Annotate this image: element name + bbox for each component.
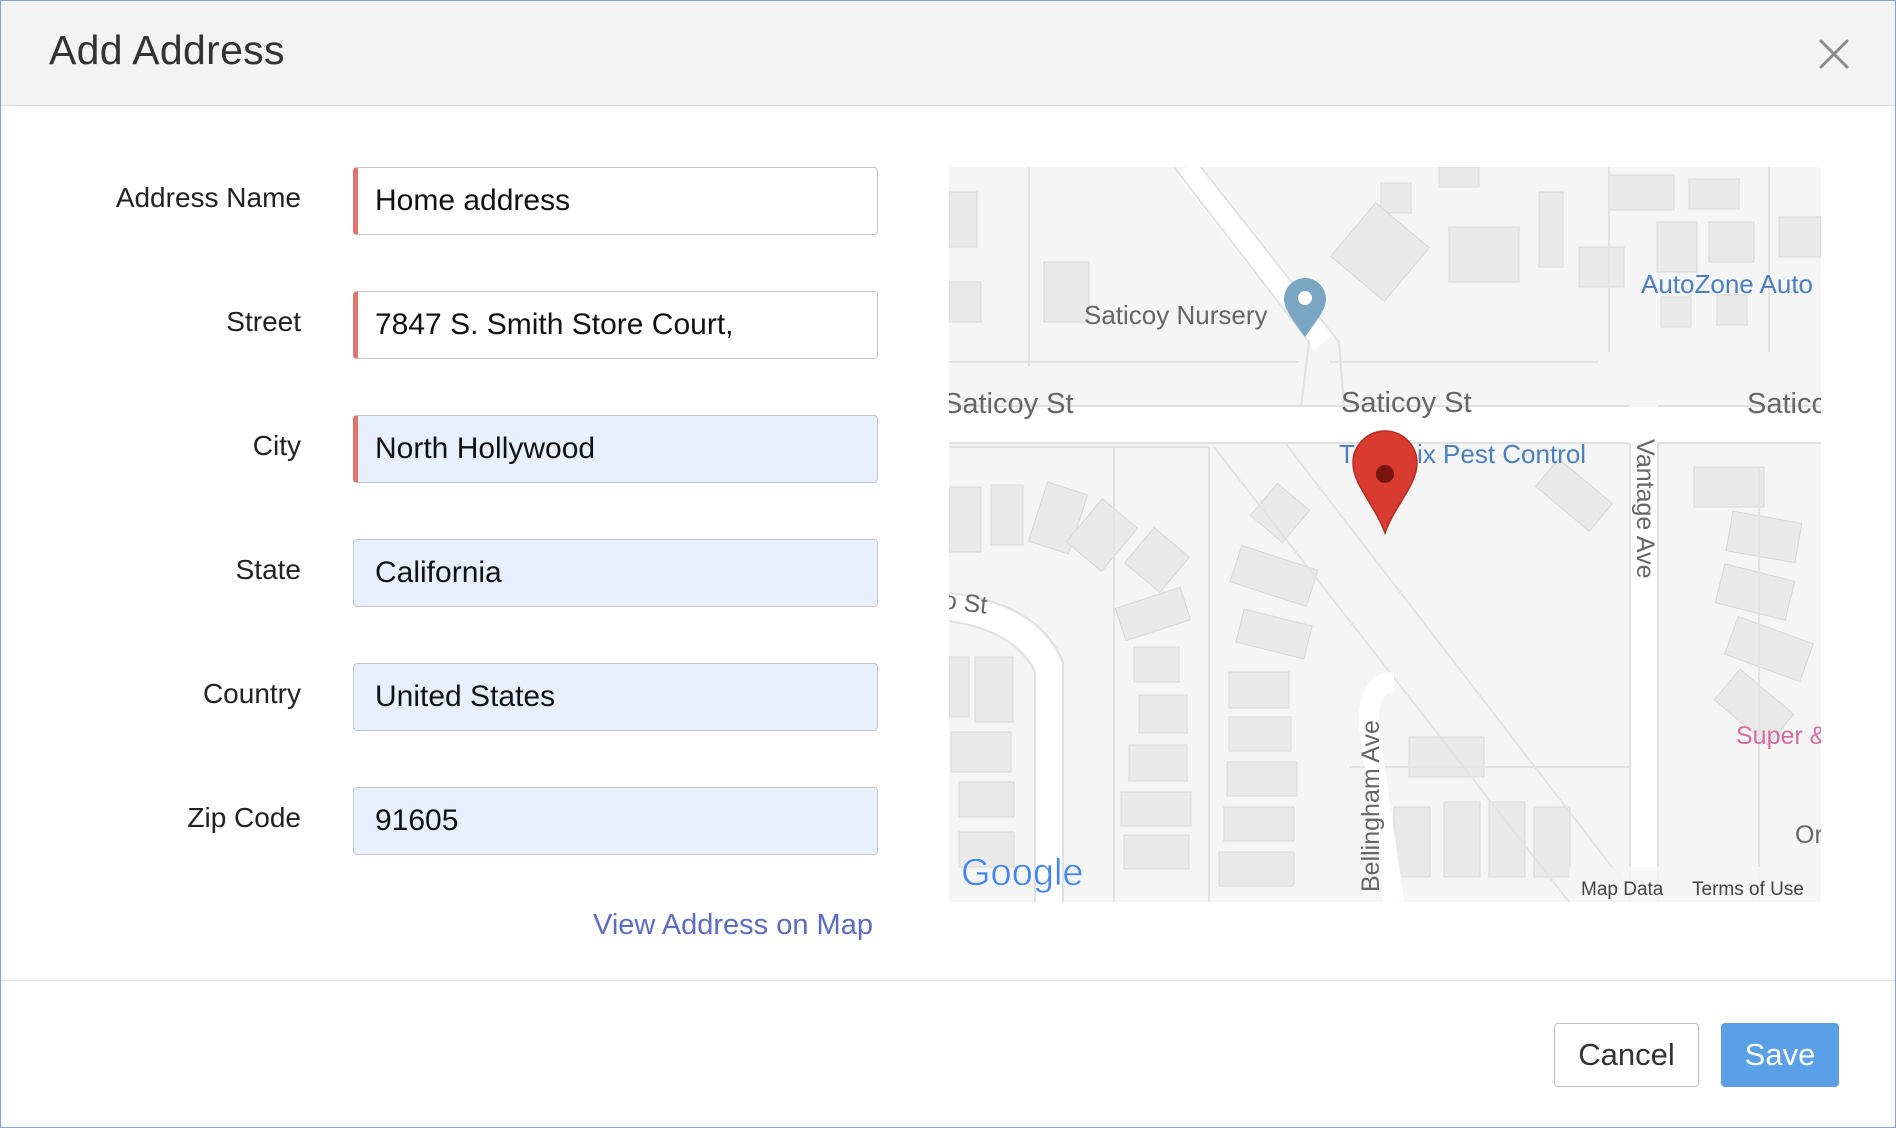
view-address-on-map-link[interactable]: View Address on Map bbox=[593, 909, 873, 942]
state-input[interactable] bbox=[353, 539, 878, 607]
state-label: State bbox=[235, 554, 301, 585]
country-input[interactable] bbox=[353, 663, 878, 731]
place-label-autozone[interactable]: AutoZone Auto bbox=[1641, 269, 1813, 299]
place-label-or[interactable]: Or bbox=[1795, 821, 1821, 849]
terms-of-use-link[interactable]: Terms of Use bbox=[1692, 879, 1804, 900]
svg-text:Google: Google bbox=[961, 852, 1084, 894]
street-label-saticoy-left: Saticoy St bbox=[949, 388, 1074, 420]
street-label-bellingham-ave: Bellingham Ave bbox=[1357, 720, 1385, 892]
dialog-header: Add Address bbox=[1, 1, 1895, 106]
place-label-saticoy-nursery[interactable]: Saticoy Nursery bbox=[1084, 300, 1268, 330]
street-label-saticoy-center: Saticoy St bbox=[1341, 387, 1472, 419]
add-address-dialog: Add Address Address Name Street City Sta… bbox=[0, 0, 1896, 1128]
map-data-link[interactable]: Map Data bbox=[1581, 879, 1664, 900]
city-label: City bbox=[252, 430, 301, 461]
city-input[interactable] bbox=[353, 415, 878, 483]
cancel-button[interactable]: Cancel bbox=[1554, 1023, 1699, 1087]
close-icon[interactable] bbox=[1813, 33, 1855, 75]
street-label-saticoy-right: Saticoy St bbox=[1747, 388, 1821, 420]
street-input[interactable] bbox=[353, 291, 878, 359]
zip-code-label: Zip Code bbox=[187, 802, 301, 833]
dialog-title: Add Address bbox=[49, 27, 285, 73]
street-label-llo-st: llo St bbox=[949, 585, 989, 620]
place-label-super[interactable]: Super & No bbox=[1736, 722, 1821, 750]
map-view[interactable]: Saticoy St Saticoy St Saticoy St Vantage… bbox=[949, 167, 1821, 902]
address-name-input[interactable] bbox=[353, 167, 878, 235]
street-label-vantage-ave: Vantage Ave bbox=[1631, 439, 1659, 578]
address-name-label: Address Name bbox=[115, 182, 301, 213]
google-logo: Google bbox=[961, 852, 1084, 895]
street-label: Street bbox=[226, 306, 301, 337]
zip-code-input[interactable] bbox=[353, 787, 878, 855]
save-button[interactable]: Save bbox=[1721, 1023, 1839, 1087]
country-label: Country bbox=[202, 678, 301, 709]
